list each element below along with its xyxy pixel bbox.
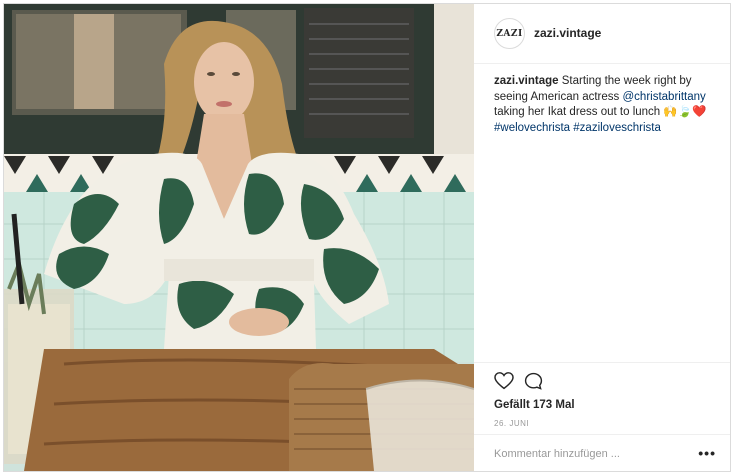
caption-mention[interactable]: @christabrittany [623, 91, 706, 103]
post-header: ZAZI zazi.vintage [474, 4, 730, 64]
post-photo[interactable] [4, 4, 474, 471]
avatar[interactable]: ZAZI [494, 18, 525, 49]
comment-icon[interactable] [524, 372, 543, 396]
caption-hashtag-zaziloveschrista[interactable]: #zaziloveschrista [573, 122, 661, 134]
more-options-icon[interactable]: ••• [698, 445, 716, 461]
add-comment-bar: Kommentar hinzufügen ... ••• [474, 434, 730, 472]
post-sidebar: ZAZI zazi.vintage zazi.vintage Starting … [474, 4, 730, 471]
post-caption: zazi.vintage Starting the week right by … [494, 74, 720, 136]
header-username[interactable]: zazi.vintage [534, 26, 601, 40]
caption-text-2: taking her Ikat dress out to lunch 🙌🍃❤️ [494, 106, 707, 118]
heart-icon[interactable] [494, 372, 514, 395]
photo-illustration [4, 4, 474, 471]
post-card: ZAZI zazi.vintage zazi.vintage Starting … [3, 3, 731, 472]
post-date: 26. JUNI [494, 419, 530, 428]
comment-input[interactable]: Kommentar hinzufügen ... [494, 448, 620, 460]
post-actions: Gefällt 173 Mal 26. JUNI [474, 362, 730, 428]
caption-hashtag-welovechrista[interactable]: #welovechrista [494, 122, 570, 134]
caption-username[interactable]: zazi.vintage [494, 75, 559, 87]
like-count[interactable]: Gefällt 173 Mal [494, 399, 575, 411]
